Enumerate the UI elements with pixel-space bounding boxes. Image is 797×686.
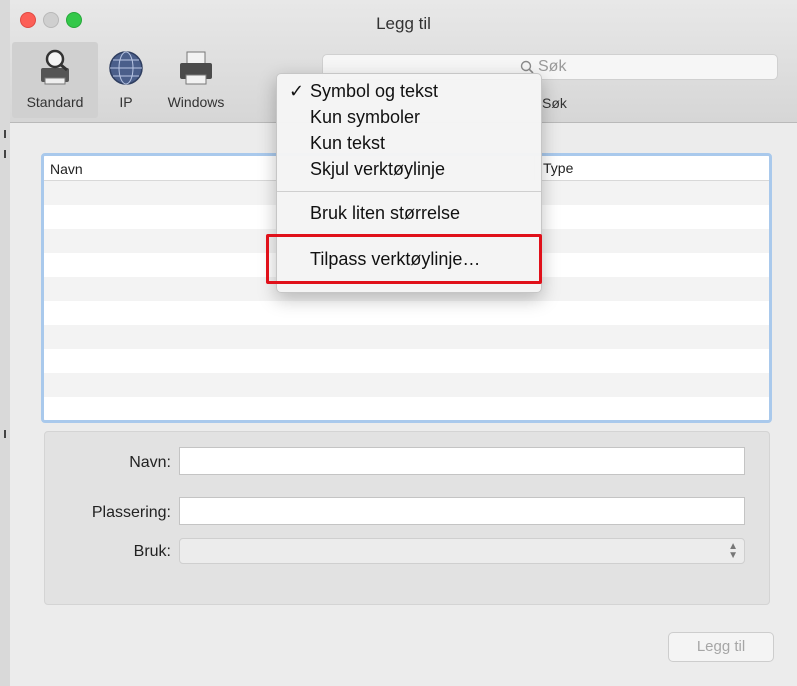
toolbar-item-label: Standard bbox=[26, 94, 84, 110]
search-placeholder: Søk bbox=[538, 58, 567, 75]
globe-icon bbox=[109, 51, 143, 85]
menu-item-text-only[interactable]: Kun tekst bbox=[277, 131, 541, 157]
use-label: Bruk: bbox=[133, 543, 171, 560]
use-select[interactable]: ▲ ▼ bbox=[179, 538, 745, 564]
edge-mark bbox=[4, 150, 6, 158]
printer-icon bbox=[180, 51, 212, 85]
toolbar-item-standard[interactable]: Standard bbox=[12, 42, 98, 118]
toolbar-item-label: IP bbox=[119, 94, 133, 110]
table-row bbox=[44, 373, 769, 397]
menu-item-label: Skjul verktøylinje bbox=[310, 159, 446, 179]
updown-chevron-icon: ▲ ▼ bbox=[728, 541, 738, 561]
column-header-name[interactable]: Navn bbox=[50, 161, 83, 177]
name-field[interactable] bbox=[179, 447, 745, 475]
search-label: Søk bbox=[542, 95, 567, 111]
edge-mark bbox=[4, 130, 6, 138]
menu-item-icon-and-text[interactable]: ✓ Symbol og tekst bbox=[277, 79, 541, 105]
add-button[interactable]: Legg til bbox=[668, 632, 774, 662]
toolbar-item-windows[interactable]: Windows bbox=[158, 42, 234, 118]
window-title: Legg til bbox=[376, 14, 431, 33]
menu-item-hide-toolbar[interactable]: Skjul verktøylinje bbox=[277, 157, 541, 183]
menu-item-label: Symbol og tekst bbox=[310, 81, 439, 101]
background-window-edge bbox=[0, 0, 10, 686]
toolbar-item-ip[interactable]: IP bbox=[100, 42, 152, 118]
column-header-type: Type bbox=[543, 160, 574, 176]
location-label: Plassering: bbox=[91, 504, 171, 521]
search-icon bbox=[520, 60, 534, 74]
highlight-box bbox=[266, 234, 542, 284]
table-row bbox=[44, 325, 769, 349]
edge-mark bbox=[4, 430, 6, 438]
menu-item-label: Kun symboler bbox=[310, 107, 421, 127]
table-row bbox=[44, 301, 769, 325]
location-field[interactable] bbox=[179, 497, 745, 525]
menu-item-icon-only[interactable]: Kun symboler bbox=[277, 105, 541, 131]
checkmark-icon: ✓ bbox=[289, 81, 305, 101]
menu-item-use-small-size[interactable]: Bruk liten størrelse bbox=[277, 201, 541, 227]
menu-item-label: Kun tekst bbox=[310, 133, 386, 153]
name-label: Navn: bbox=[129, 454, 171, 471]
menu-item-label: Bruk liten størrelse bbox=[310, 203, 461, 223]
menu-separator bbox=[277, 191, 541, 192]
printer-details-form: Navn: Plassering: Bruk: ▲ ▼ bbox=[44, 431, 770, 605]
toolbar-item-label: Windows bbox=[167, 94, 225, 110]
standard-printer-icon bbox=[41, 49, 69, 85]
table-row bbox=[44, 349, 769, 373]
table-row bbox=[44, 397, 769, 420]
